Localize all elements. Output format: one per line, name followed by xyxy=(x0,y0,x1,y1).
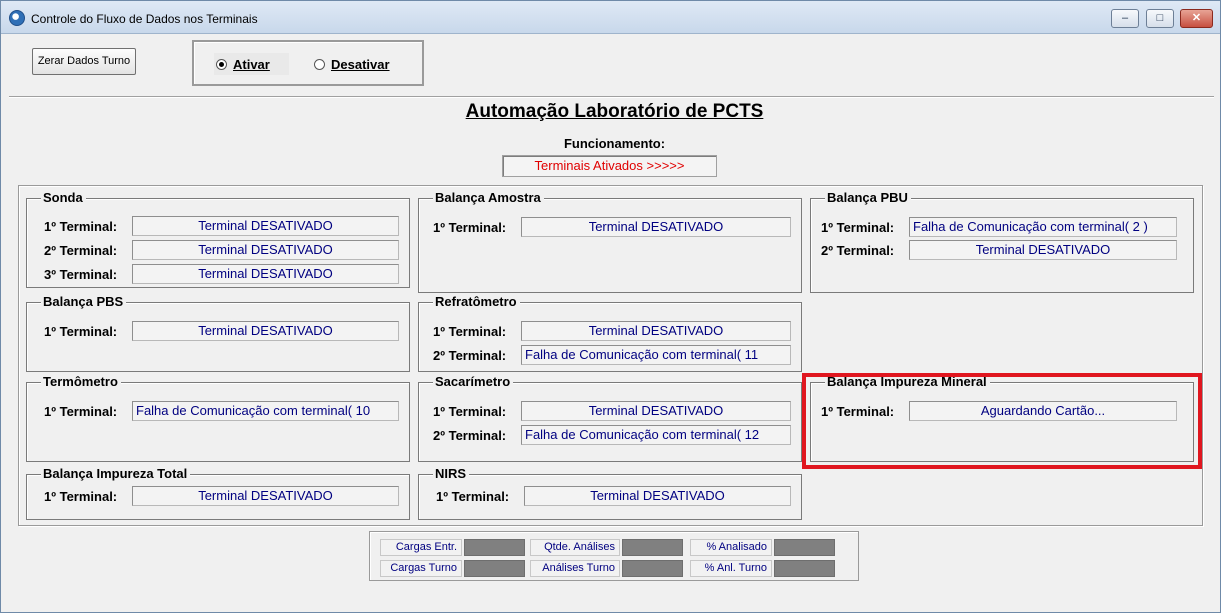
zerar-dados-turno-button[interactable]: Zerar Dados Turno xyxy=(32,48,136,75)
group-title: Refratômetro xyxy=(433,294,520,309)
row-label: 1º Terminal: xyxy=(433,324,507,339)
row-label: 2º Terminal: xyxy=(821,243,895,258)
desativar-label: Desativar xyxy=(331,56,390,72)
group-title: Balança Impureza Total xyxy=(41,466,191,481)
qtde-analises-value xyxy=(622,539,683,556)
row-label: 1º Terminal: xyxy=(44,219,118,234)
close-button[interactable]: ✕ xyxy=(1180,9,1213,28)
analises-turno-value xyxy=(622,560,683,577)
row-label: 1º Terminal: xyxy=(44,404,118,419)
row-label: 2º Terminal: xyxy=(433,348,507,363)
group-balanca-pbs: Balança PBS 1º Terminal: Terminal DESATI… xyxy=(26,294,410,372)
terminal-status-field: Terminal DESATIVADO xyxy=(132,240,399,260)
funcionamento-status: Terminais Ativados >>>>> xyxy=(502,155,717,177)
row-label: 1º Terminal: xyxy=(44,324,118,339)
terminal-status-field: Falha de Comunicação com terminal( 2 ) xyxy=(909,217,1177,237)
title-bar[interactable]: Controle do Fluxo de Dados nos Terminais… xyxy=(1,1,1220,34)
minimize-button[interactable]: – xyxy=(1111,9,1139,28)
group-title: Balança Amostra xyxy=(433,190,544,205)
row-label: 3º Terminal: xyxy=(44,267,118,282)
row-label: 2º Terminal: xyxy=(433,428,507,443)
terminal-status-field: Terminal DESATIVADO xyxy=(132,321,399,341)
terminal-status-field: Terminal DESATIVADO xyxy=(521,217,791,237)
row-label: 1º Terminal: xyxy=(433,404,507,419)
group-balanca-amostra: Balança Amostra 1º Terminal: Terminal DE… xyxy=(418,190,802,293)
main-window: Controle do Fluxo de Dados nos Terminais… xyxy=(0,0,1221,613)
group-sacarimetro: Sacarímetro 1º Terminal: Terminal DESATI… xyxy=(418,374,802,462)
terminal-status-field: Terminal DESATIVADO xyxy=(521,321,791,341)
terminal-status-field: Falha de Comunicação com terminal( 10 xyxy=(132,401,399,421)
group-title: Sonda xyxy=(41,190,86,205)
row-label: 1º Terminal: xyxy=(44,489,118,504)
radio-unchecked-icon xyxy=(314,58,325,70)
group-sonda: Sonda 1º Terminal: Terminal DESATIVADO 2… xyxy=(26,190,410,288)
radio-checked-icon xyxy=(216,58,227,70)
row-label: 1º Terminal: xyxy=(433,220,507,235)
pct-analisado-label: % Analisado xyxy=(690,539,772,556)
row-label: 2º Terminal: xyxy=(44,243,118,258)
group-nirs: NIRS 1º Terminal: Terminal DESATIVADO xyxy=(418,466,802,520)
terminal-status-field: Terminal DESATIVADO xyxy=(132,216,399,236)
funcionamento-label: Funcionamento: xyxy=(563,136,666,151)
qtde-analises-label: Qtde. Análises xyxy=(530,539,620,556)
terminal-status-field: Terminal DESATIVADO xyxy=(524,486,791,506)
group-title: Termômetro xyxy=(41,374,121,389)
client-area: Zerar Dados Turno Ativar Desativar Autom… xyxy=(9,34,1214,605)
group-balanca-pbu: Balança PBU 1º Terminal: Falha de Comuni… xyxy=(810,190,1194,293)
row-label: 1º Terminal: xyxy=(821,220,895,235)
mode-radio-group: Ativar Desativar xyxy=(192,40,424,86)
group-title: Balança PBU xyxy=(825,190,911,205)
cargas-turno-value xyxy=(464,560,525,577)
terminal-status-field: Terminal DESATIVADO xyxy=(132,264,399,284)
cargas-entr-value xyxy=(464,539,525,556)
maximize-button[interactable]: □ xyxy=(1146,9,1174,28)
ativar-radio[interactable]: Ativar xyxy=(214,53,289,75)
analises-turno-label: Análises Turno xyxy=(530,560,620,577)
window-title: Controle do Fluxo de Dados nos Terminais xyxy=(31,12,258,26)
terminals-panel: Sonda 1º Terminal: Terminal DESATIVADO 2… xyxy=(18,185,1203,526)
pct-anl-turno-value xyxy=(774,560,835,577)
group-title: Balança PBS xyxy=(41,294,127,309)
ativar-label: Ativar xyxy=(233,56,270,72)
cargas-entr-label: Cargas Entr. xyxy=(380,539,462,556)
terminal-status-field: Falha de Comunicação com terminal( 11 xyxy=(521,345,791,365)
highlight-box xyxy=(802,373,1202,469)
terminal-status-field: Terminal DESATIVADO xyxy=(909,240,1177,260)
group-refratometro: Refratômetro 1º Terminal: Terminal DESAT… xyxy=(418,294,802,372)
pct-analisado-value xyxy=(774,539,835,556)
separator xyxy=(9,96,1214,98)
page-title: Automação Laboratório de PCTS xyxy=(465,101,764,122)
pct-anl-turno-label: % Anl. Turno xyxy=(690,560,772,577)
app-icon xyxy=(9,10,25,26)
cargas-turno-label: Cargas Turno xyxy=(380,560,462,577)
stats-panel: Cargas Entr. Qtde. Análises % Analisado … xyxy=(369,531,859,581)
desativar-radio[interactable]: Desativar xyxy=(314,53,414,75)
terminal-status-field: Terminal DESATIVADO xyxy=(521,401,791,421)
group-title: Sacarímetro xyxy=(433,374,514,389)
terminal-status-field: Terminal DESATIVADO xyxy=(132,486,399,506)
group-balanca-impureza-total: Balança Impureza Total 1º Terminal: Term… xyxy=(26,466,410,520)
terminal-status-field: Falha de Comunicação com terminal( 12 xyxy=(521,425,791,445)
row-label: 1º Terminal: xyxy=(436,489,510,504)
group-termometro: Termômetro 1º Terminal: Falha de Comunic… xyxy=(26,374,410,462)
group-title: NIRS xyxy=(433,466,470,481)
